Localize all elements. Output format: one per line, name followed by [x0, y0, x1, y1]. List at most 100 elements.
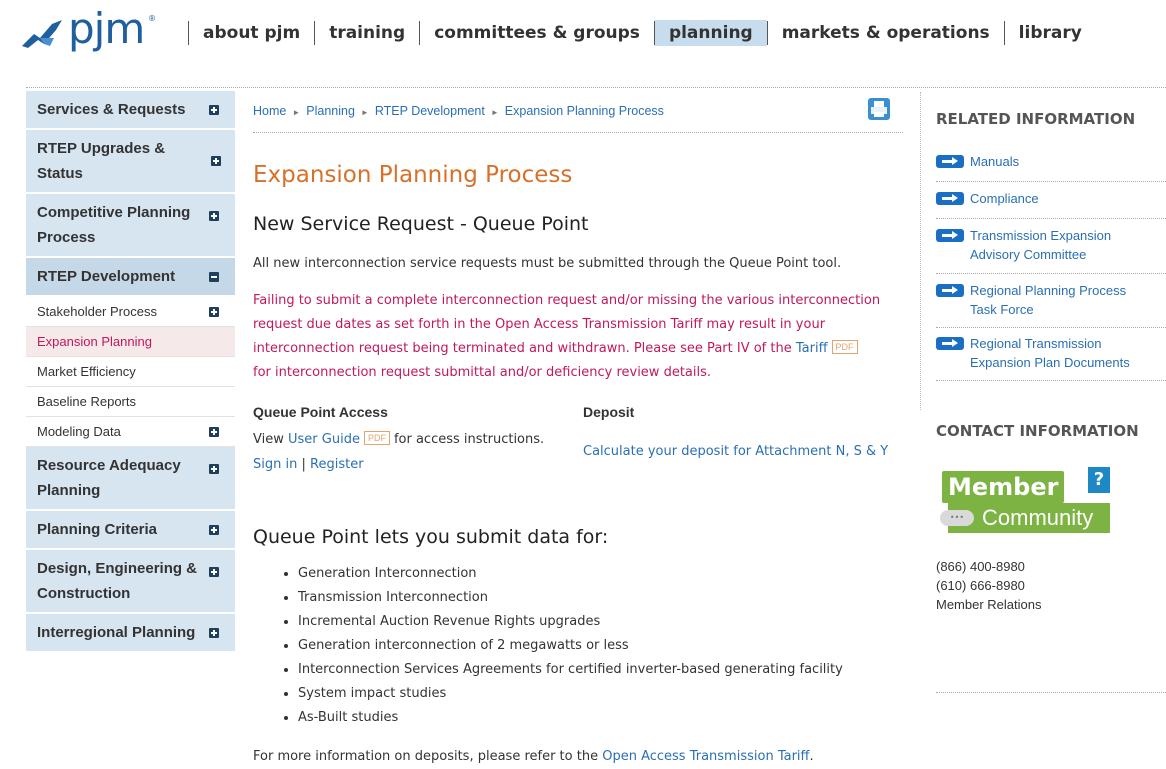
- warning-line: for interconnection request submittal an…: [253, 365, 712, 380]
- sidebar-item-design-engineering-construction[interactable]: Design, Engineering & Construction: [26, 550, 235, 614]
- question-icon: ?: [1088, 467, 1110, 493]
- related-link-label[interactable]: Compliance: [970, 189, 1160, 208]
- list-item: Interconnection Services Agreements for …: [298, 658, 843, 682]
- breadcrumb-rtep-development[interactable]: RTEP Development: [375, 104, 485, 118]
- chat-bubble-icon: •••: [940, 510, 974, 526]
- pjm-logo[interactable]: pjm ®: [20, 4, 160, 53]
- contact-phone-1: (866) 400-8980: [936, 559, 1025, 574]
- intro-text: All new interconnection service requests…: [253, 256, 842, 271]
- page-title: Expansion Planning Process: [253, 162, 573, 188]
- nav-about-pjm[interactable]: about pjm: [189, 20, 314, 46]
- account-links: Sign in | Register: [253, 453, 364, 477]
- user-guide-link[interactable]: User Guide: [288, 432, 360, 447]
- breadcrumb-divider: [253, 132, 903, 133]
- warning-line: interconnection request being terminated…: [253, 337, 903, 361]
- right-column-divider: [920, 92, 921, 410]
- expand-icon[interactable]: [209, 211, 219, 221]
- sidebar-item-rtep-upgrades-status[interactable]: RTEP Upgrades & Status: [26, 130, 235, 194]
- nav-training[interactable]: training: [315, 20, 419, 46]
- sidebar-item-resource-adequacy-planning[interactable]: Resource Adequacy Planning: [26, 447, 235, 511]
- nav-committees-groups[interactable]: committees & groups: [420, 20, 654, 46]
- list-item: Incremental Auction Revenue Rights upgra…: [298, 610, 843, 634]
- logo-mark-icon: [22, 20, 62, 48]
- member-community-badge[interactable]: Member ? Community •••: [940, 467, 1110, 535]
- related-divider: [936, 380, 1166, 381]
- contact-phone-2: (610) 666-8980: [936, 578, 1025, 593]
- sidebar-item-rtep-development[interactable]: RTEP Development: [26, 258, 235, 297]
- related-divider: [936, 327, 1166, 328]
- sidebar-item-label: Design, Engineering & Construction: [37, 560, 198, 602]
- nav-planning[interactable]: planning: [654, 20, 767, 46]
- calculate-deposit-link[interactable]: Calculate your deposit for Attachment N,…: [583, 444, 888, 459]
- arrow-right-icon: [936, 155, 964, 168]
- related-information-heading: RELATED INFORMATION: [936, 110, 1136, 128]
- arrow-right-icon: [936, 192, 964, 205]
- sidebar-subitem-market-efficiency[interactable]: Market Efficiency: [26, 357, 235, 387]
- sidebar-subitem-label: Market Efficiency: [37, 364, 136, 379]
- arrow-right-icon: [936, 229, 964, 242]
- sidebar-item-competitive-planning-process[interactable]: Competitive Planning Process: [26, 194, 235, 258]
- expand-icon[interactable]: [209, 567, 219, 577]
- sign-in-link[interactable]: Sign in: [253, 457, 297, 472]
- sidebar-item-services-requests[interactable]: Services & Requests: [26, 91, 235, 130]
- section-heading-new-service-request: New Service Request - Queue Point: [253, 213, 589, 235]
- pdf-icon: PDF: [831, 340, 858, 354]
- expand-icon[interactable]: [211, 156, 221, 166]
- list-item: Transmission Interconnection: [298, 586, 843, 610]
- breadcrumb-planning[interactable]: Planning: [306, 104, 355, 118]
- register-link[interactable]: Register: [310, 457, 364, 472]
- deposit-text: Calculate your deposit for Attachment N,…: [583, 440, 888, 464]
- footer-period: .: [809, 749, 814, 764]
- sidebar-item-label: RTEP Development: [37, 268, 176, 285]
- warning-line-text: interconnection request being terminated…: [253, 341, 792, 356]
- sidebar-item-label: Resource Adequacy Planning: [37, 457, 181, 499]
- access-suffix-text: for access instructions.: [393, 432, 545, 447]
- related-divider: [936, 181, 1166, 182]
- expand-icon[interactable]: [209, 104, 219, 115]
- submit-data-list: Generation Interconnection Transmission …: [253, 562, 843, 730]
- nav-markets-operations[interactable]: markets & operations: [768, 20, 1004, 46]
- member-relations-link[interactable]: Member Relations: [936, 595, 1042, 614]
- expand-icon[interactable]: [209, 306, 219, 317]
- related-link-label[interactable]: Manuals: [970, 152, 1160, 171]
- sidebar-subitem-expansion-planning-process[interactable]: Expansion Planning Process: [26, 327, 235, 369]
- related-link-label[interactable]: Regional Planning Process Task Force: [970, 281, 1135, 319]
- expand-icon[interactable]: [209, 627, 219, 638]
- list-item: Generation interconnection of 2 megawatt…: [298, 634, 843, 658]
- sidebar-subitem-modeling-data[interactable]: Modeling Data: [26, 417, 235, 447]
- contact-information-heading: CONTACT INFORMATION: [936, 422, 1139, 440]
- breadcrumb-current-page[interactable]: Expansion Planning Process: [505, 104, 664, 118]
- print-icon[interactable]: [868, 98, 890, 120]
- sidebar-item-planning-criteria[interactable]: Planning Criteria: [26, 511, 235, 550]
- related-link-label[interactable]: Transmission Expansion Advisory Committe…: [970, 226, 1140, 264]
- warning-line: request due dates as set forth in the Op…: [253, 317, 826, 332]
- expand-icon[interactable]: [209, 426, 219, 437]
- queue-point-access-heading: Queue Point Access: [253, 404, 388, 420]
- sidebar-item-label: Competitive Planning Process: [37, 204, 191, 246]
- breadcrumb-arrow-icon: ►: [292, 108, 301, 117]
- breadcrumb-arrow-icon: ►: [490, 108, 499, 117]
- sidebar-subitem-baseline-reports[interactable]: Baseline Reports: [26, 387, 235, 417]
- sidebar-item-label: Interregional Planning: [37, 624, 196, 641]
- sidebar-item-label: Planning Criteria: [37, 521, 158, 538]
- access-instructions: View User Guide PDF for access instruction…: [253, 428, 544, 452]
- sidebar-item-interregional-planning[interactable]: Interregional Planning: [26, 614, 235, 653]
- expand-icon[interactable]: [209, 524, 219, 535]
- related-link-label[interactable]: Regional Transmission Expansion Plan Doc…: [970, 334, 1140, 372]
- collapse-icon[interactable]: [209, 271, 219, 282]
- tariff-link[interactable]: Tariff: [796, 341, 828, 356]
- top-navigation: about pjm training committees & groups p…: [188, 20, 1096, 46]
- sidebar-subitem-label: Stakeholder Process: [37, 304, 157, 319]
- sidebar-navigation: Services & Requests RTEP Upgrades & Stat…: [26, 91, 235, 653]
- sidebar-subitem-stakeholder-process[interactable]: Stakeholder Process: [26, 297, 235, 327]
- breadcrumb: Home ► Planning ► RTEP Development ► Expansion…: [253, 104, 664, 118]
- arrow-right-icon: [936, 337, 964, 350]
- oatt-link[interactable]: Open Access Transmission Tariff: [602, 749, 809, 764]
- expand-icon[interactable]: [209, 464, 219, 474]
- sidebar-item-label: Services & Requests: [37, 101, 186, 118]
- logo-text: pjm: [68, 4, 145, 53]
- print-icon-tray: [874, 112, 884, 117]
- nav-library[interactable]: library: [1005, 20, 1096, 46]
- breadcrumb-home[interactable]: Home: [253, 104, 286, 118]
- site-header: pjm ® about pjm training committees & gr…: [0, 0, 1166, 70]
